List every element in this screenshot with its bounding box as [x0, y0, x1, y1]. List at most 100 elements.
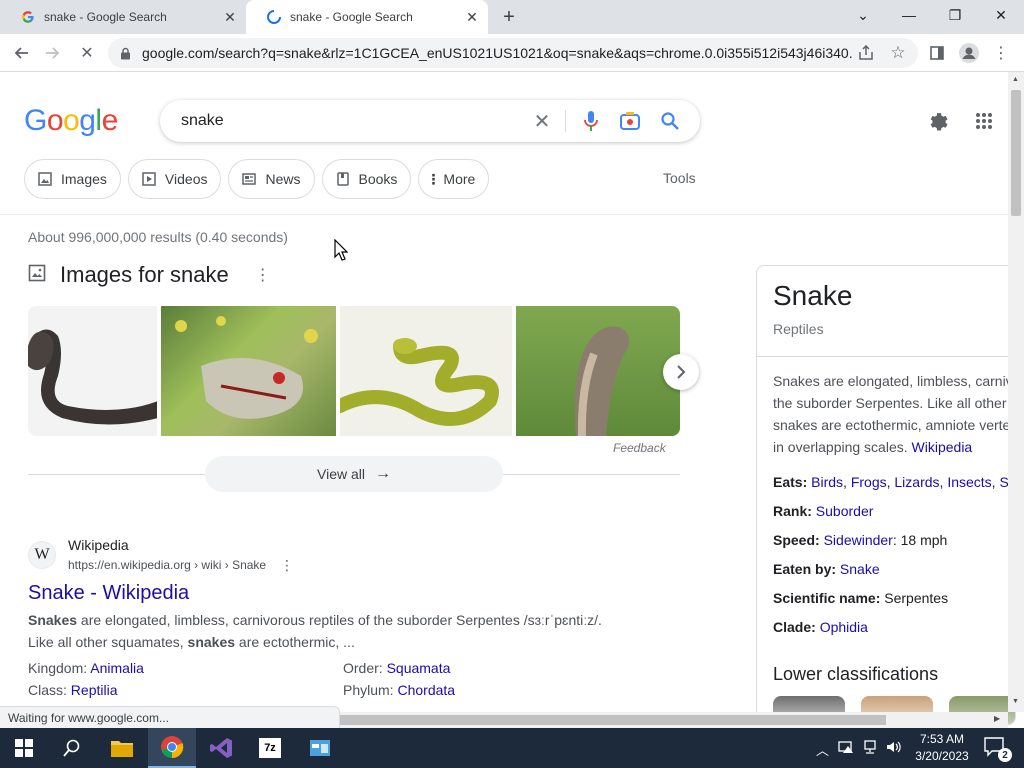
address-bar[interactable]: google.com/search?q=snake&rlz=1C1GCEA_en… — [108, 38, 918, 68]
kp-desc-line: the suborder Serpentes. Like all other — [773, 395, 1007, 411]
scroll-right-icon[interactable]: ▶ — [994, 714, 1000, 723]
new-tab-button[interactable]: + — [498, 6, 520, 28]
fact-link[interactable]: Animalia — [90, 660, 144, 676]
result-options-icon[interactable]: ⋮ — [280, 557, 294, 574]
scroll-down-icon[interactable]: ▼ — [1012, 698, 1019, 705]
vertical-scrollbar[interactable]: ▲ ▼ — [1008, 72, 1024, 712]
kp-label: Eats: — [773, 474, 812, 490]
fact-link[interactable]: Reptilia — [71, 682, 118, 698]
side-panel-icon[interactable] — [922, 38, 952, 68]
fact-link[interactable]: Chordata — [397, 682, 455, 698]
image-thumbnail[interactable] — [516, 306, 680, 436]
kp-link[interactable]: Insects — [947, 474, 991, 490]
kp-desc-line: snakes are ectothermic, amniote verte — [773, 417, 1011, 433]
result-site-name[interactable]: Wikipedia — [68, 537, 129, 553]
search-box[interactable]: ✕ — [160, 100, 700, 142]
scrollbar-thumb[interactable] — [1011, 90, 1021, 216]
image-thumbnail[interactable] — [340, 306, 513, 436]
chip-videos[interactable]: Videos — [127, 159, 222, 199]
kp-label: Speed: — [773, 532, 824, 548]
system-clock[interactable]: 7:53 AM 3/20/2023 — [912, 731, 972, 765]
apps-grid-icon[interactable] — [971, 108, 997, 134]
close-tab-icon[interactable]: ✕ — [220, 7, 240, 27]
forward-icon[interactable] — [38, 38, 68, 68]
windows-start-icon[interactable] — [0, 728, 48, 768]
microphone-icon[interactable] — [580, 110, 602, 132]
url-text[interactable]: google.com/search?q=snake&rlz=1C1GCEA_en… — [142, 45, 852, 61]
kp-link[interactable]: Sidewinder — [824, 532, 893, 548]
chrome-icon[interactable] — [148, 728, 196, 768]
minimize-icon[interactable]: — — [886, 0, 932, 30]
fact-order: Order: Squamata — [343, 660, 450, 676]
carousel-next-button[interactable] — [663, 354, 699, 390]
kebab-menu-icon[interactable]: ⋮ — [986, 38, 1016, 68]
tab-title: snake - Google Search — [290, 10, 413, 24]
chip-books[interactable]: Books — [321, 159, 412, 199]
tab-active[interactable]: snake - Google Search ✕ — [246, 0, 488, 34]
share-icon[interactable] — [856, 43, 876, 63]
kp-link[interactable]: Lizards — [894, 474, 939, 490]
scroll-up-icon[interactable]: ▲ — [1012, 76, 1019, 83]
kp-wikipedia-link[interactable]: Wikipedia — [912, 439, 973, 455]
horizontal-scrollbar[interactable]: ▶ — [340, 712, 1008, 728]
file-explorer-icon[interactable] — [98, 728, 146, 768]
network-icon[interactable] — [862, 740, 878, 757]
restore-icon[interactable]: ❐ — [932, 0, 978, 30]
close-tab-icon[interactable]: ✕ — [462, 7, 482, 27]
tools-button[interactable]: Tools — [663, 170, 696, 186]
kp-label: Eaten by: — [773, 561, 840, 577]
feedback-link[interactable]: Feedback — [613, 441, 666, 455]
visual-studio-icon[interactable] — [198, 728, 246, 768]
kp-label: Rank: — [773, 503, 816, 519]
chip-label: Images — [61, 171, 107, 187]
settings-gear-icon[interactable] — [925, 108, 951, 134]
more-options-icon[interactable]: ⋮ — [255, 265, 271, 285]
google-logo[interactable]: Google — [24, 104, 118, 138]
snippet-bold: Snakes — [28, 612, 78, 628]
chip-more[interactable]: ⋮ More — [418, 159, 490, 199]
search-icon[interactable] — [659, 110, 681, 132]
kp-link[interactable]: Birds — [811, 474, 843, 490]
view-all-button[interactable]: View all → — [205, 456, 503, 492]
result-title-link[interactable]: Snake - Wikipedia — [28, 582, 189, 605]
kp-link[interactable]: Snake — [840, 561, 880, 577]
chevron-down-icon[interactable]: ⌄ — [840, 0, 886, 30]
back-icon[interactable] — [6, 38, 36, 68]
kp-link[interactable]: Ophidia — [820, 619, 868, 635]
fact-label: Phylum: — [343, 682, 398, 698]
wikipedia-favicon[interactable]: W — [28, 541, 56, 569]
chip-label: Books — [358, 171, 398, 187]
kp-row-speed: Speed: Sidewinder: 18 mph — [773, 532, 947, 548]
close-window-icon[interactable]: ✕ — [978, 0, 1024, 30]
search-icon[interactable] — [48, 728, 96, 768]
scrollbar-thumb[interactable] — [340, 715, 886, 725]
network-warning-icon[interactable] — [838, 740, 854, 757]
app-window-icon[interactable] — [296, 728, 344, 768]
result-cite-url[interactable]: https://en.wikipedia.org › wiki › Snake — [68, 558, 266, 572]
image-thumbnail[interactable] — [28, 306, 158, 436]
stop-loading-icon[interactable]: ✕ — [72, 38, 102, 68]
star-bookmark-icon[interactable]: ☆ — [888, 43, 908, 63]
clear-search-icon[interactable]: ✕ — [531, 110, 553, 133]
fact-label: Class: — [28, 682, 71, 698]
tab-inactive[interactable]: snake - Google Search ✕ — [0, 0, 246, 34]
search-input[interactable] — [181, 112, 521, 130]
chip-images[interactable]: Images — [24, 159, 121, 199]
chevron-up-icon[interactable]: ︿ — [816, 740, 829, 759]
kp-link[interactable]: Suborder — [816, 503, 874, 519]
7zip-icon[interactable]: 7z — [246, 728, 294, 768]
kp-desc-line: Snakes are elongated, limbless, carniv — [773, 373, 1013, 389]
profile-avatar-icon[interactable] — [954, 38, 984, 68]
title-bar: snake - Google Search ✕ snake - Google S… — [0, 0, 1024, 34]
camera-lens-icon[interactable] — [619, 110, 641, 132]
volume-icon[interactable] — [886, 740, 902, 757]
google-g-icon — [20, 9, 36, 25]
fact-link[interactable]: Squamata — [387, 660, 451, 676]
kp-row-scientific-name: Scientific name: Serpentes — [773, 590, 948, 606]
image-thumbnail[interactable] — [161, 306, 337, 436]
kp-link[interactable]: Frogs — [851, 474, 887, 490]
lock-icon[interactable] — [120, 47, 134, 60]
browser-toolbar: ✕ google.com/search?q=snake&rlz=1C1GCEA_… — [0, 34, 1024, 72]
images-section-title[interactable]: Images for snake — [60, 262, 229, 288]
chip-news[interactable]: News — [228, 159, 315, 199]
